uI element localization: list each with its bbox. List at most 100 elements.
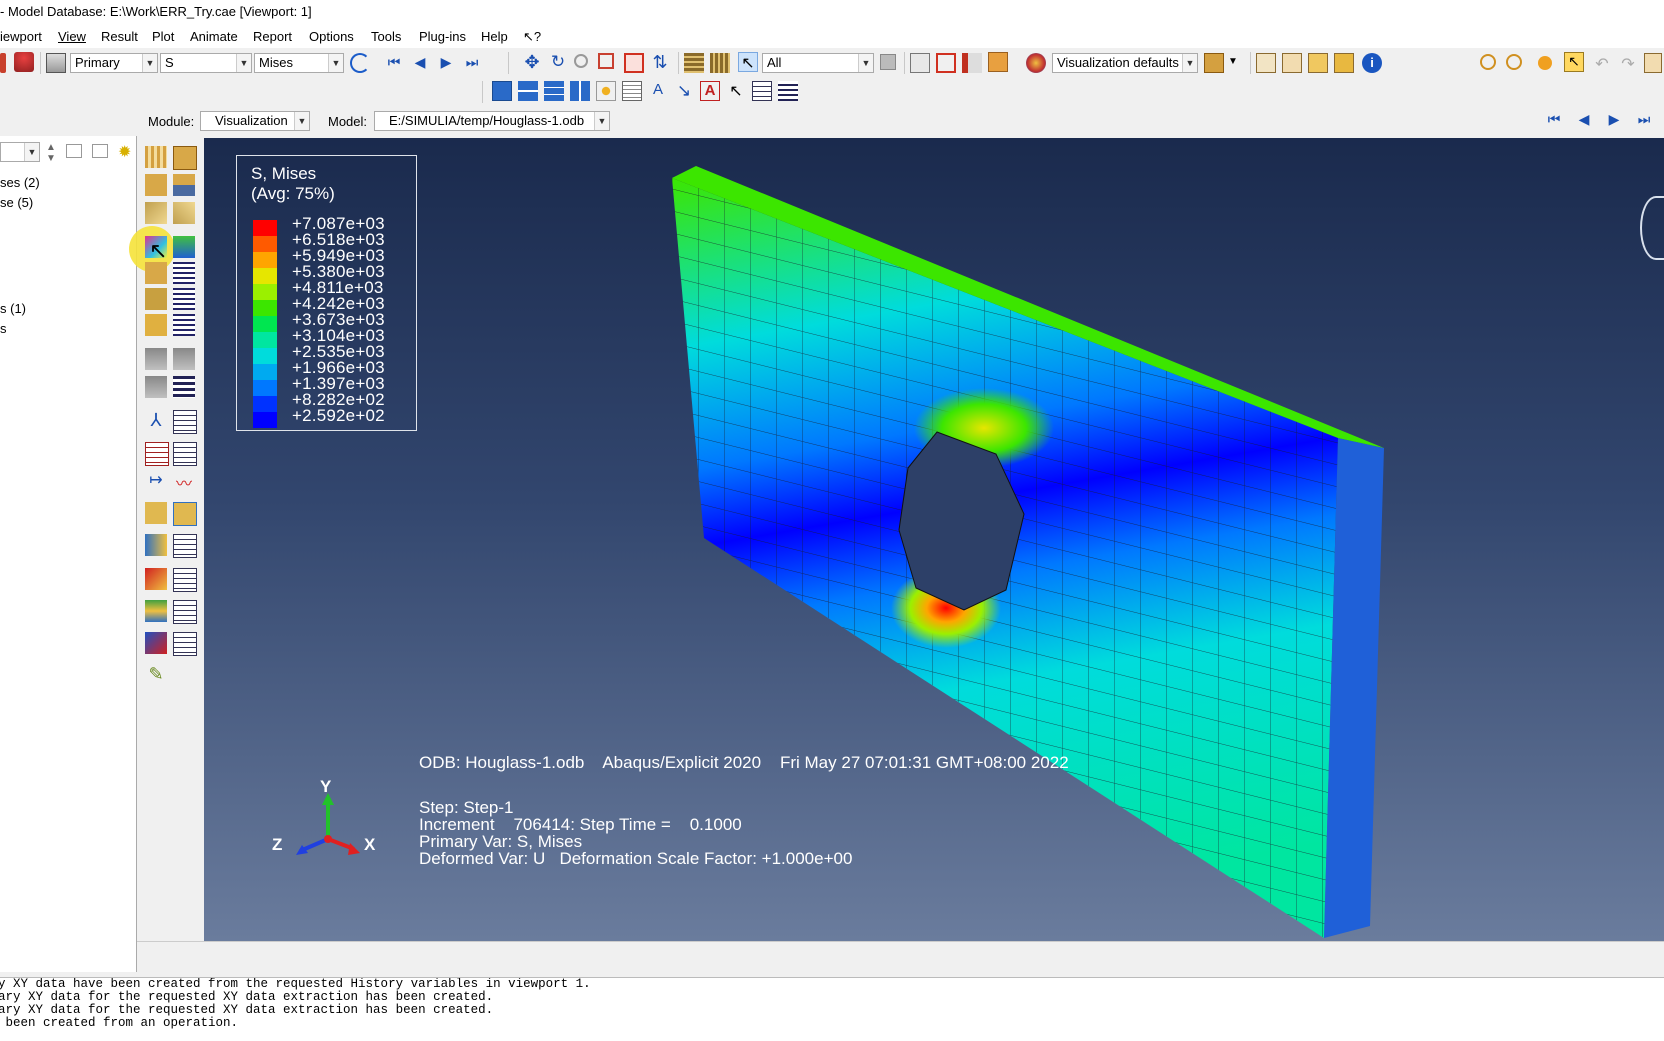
create-display-icon[interactable] xyxy=(145,600,167,622)
anim-last-icon[interactable]: ⏭ xyxy=(1634,111,1654,131)
xy-plot-icon[interactable]: 〰 xyxy=(173,470,195,493)
view-cube-icon[interactable] xyxy=(1204,53,1224,73)
anim-play-icon[interactable]: ▶ xyxy=(1604,111,1624,131)
contour-legend[interactable]: S, Mises (Avg: 75%) +7.087e+03 +6.518e+03… xyxy=(236,155,417,431)
display-manager-icon[interactable] xyxy=(173,600,197,624)
bulb-icon[interactable]: ✹ xyxy=(118,142,138,162)
path-icon[interactable]: ↦ xyxy=(145,470,167,492)
text-icon[interactable]: A xyxy=(648,81,668,101)
boolean-union-icon[interactable] xyxy=(1480,54,1496,70)
auto-fit-icon[interactable] xyxy=(624,53,644,73)
menu-help[interactable]: Help xyxy=(481,29,508,44)
zoom-icon[interactable] xyxy=(574,54,588,68)
box-select-icon[interactable] xyxy=(936,53,956,73)
tile-icon[interactable] xyxy=(518,81,538,101)
previous-frame-icon[interactable]: ◀ xyxy=(410,54,430,74)
xy-manager-icon[interactable] xyxy=(173,442,197,466)
plot-multiple-icon[interactable] xyxy=(145,314,167,336)
view-cut-manager-icon[interactable] xyxy=(173,534,197,558)
tools-icon[interactable] xyxy=(145,632,167,654)
display-group-icon[interactable] xyxy=(962,53,982,73)
plot-deformed-icon[interactable] xyxy=(173,146,197,170)
view-compass[interactable] xyxy=(1640,196,1664,260)
menu-tools[interactable]: Tools xyxy=(371,29,401,44)
field-combo[interactable]: S ▼ xyxy=(160,53,252,73)
menu-result[interactable]: Result xyxy=(101,29,138,44)
invariant-combo[interactable]: Mises ▼ xyxy=(254,53,344,73)
top-view-icon[interactable] xyxy=(1308,53,1328,73)
database-icon[interactable] xyxy=(14,52,34,72)
view-options-combo[interactable]: Visualization defaults ▼ xyxy=(1052,53,1198,73)
sphere-icon[interactable] xyxy=(1538,56,1552,70)
highlight-icon[interactable] xyxy=(988,52,1008,72)
front-view-icon[interactable] xyxy=(1282,53,1302,73)
menu-whats-this[interactable]: ↖? xyxy=(523,29,541,45)
boolean-intersect-icon[interactable] xyxy=(1506,54,1522,70)
table2-icon[interactable] xyxy=(752,81,772,101)
menu-animate[interactable]: Animate xyxy=(190,29,238,44)
allow-multiple-icon[interactable] xyxy=(173,174,195,196)
ruler2-icon[interactable] xyxy=(710,53,730,73)
box-icon[interactable] xyxy=(1644,53,1662,73)
anim-prev-icon[interactable]: ◀ xyxy=(1574,111,1594,131)
info-icon[interactable]: i xyxy=(1362,53,1382,73)
viewport-icon[interactable] xyxy=(492,81,512,101)
undo-icon[interactable]: ↶ xyxy=(1592,54,1612,74)
animate-scale-icon[interactable] xyxy=(145,348,167,370)
iso-view-icon[interactable] xyxy=(1256,53,1276,73)
free-body-icon[interactable]: ⅄ xyxy=(145,410,167,432)
material-orientation-icon[interactable] xyxy=(145,288,167,310)
xy-data-icon[interactable] xyxy=(145,442,169,466)
menu-viewport[interactable]: iewport xyxy=(0,29,42,44)
toggle-icon[interactable] xyxy=(880,54,896,70)
plot-symbols-icon[interactable] xyxy=(145,262,167,284)
menu-options[interactable]: Options xyxy=(309,29,354,44)
query-icon[interactable] xyxy=(596,81,616,101)
anim-first-icon[interactable]: ⏮ xyxy=(1544,111,1564,131)
table-icon[interactable] xyxy=(622,81,642,101)
list-icon[interactable] xyxy=(778,81,798,101)
mesh-icon[interactable] xyxy=(145,202,167,224)
partial-icon[interactable] xyxy=(0,53,6,73)
plot-undeformed-icon[interactable] xyxy=(145,146,167,168)
cascade-icon[interactable] xyxy=(544,81,564,101)
display-group-manager-icon[interactable] xyxy=(173,502,197,526)
tree-item[interactable]: ses (2) xyxy=(0,175,40,190)
step-select-icon[interactable] xyxy=(46,53,66,73)
orientation-options-icon[interactable] xyxy=(173,288,195,310)
module-combo[interactable]: Visualization ▼ xyxy=(200,111,310,131)
right-view-icon[interactable] xyxy=(1334,53,1354,73)
rotate-icon[interactable]: ↻ xyxy=(548,53,568,73)
folder-icon[interactable] xyxy=(66,144,82,158)
tree-combo[interactable]: ▼ xyxy=(0,142,40,162)
select-icon[interactable]: ↖ xyxy=(738,52,758,72)
symbol-options-icon[interactable] xyxy=(173,262,195,284)
ruler-icon[interactable] xyxy=(684,53,704,73)
stream-icon[interactable] xyxy=(145,568,167,590)
tile-vertical-icon[interactable] xyxy=(570,81,590,101)
pan-icon[interactable]: ✥ xyxy=(522,53,542,73)
animate-time-icon[interactable] xyxy=(145,376,167,398)
tools-manager-icon[interactable] xyxy=(173,632,197,656)
pen-icon[interactable]: ✎ xyxy=(145,664,167,686)
menu-plot[interactable]: Plot xyxy=(152,29,174,44)
multiple-options-icon[interactable] xyxy=(173,314,195,336)
annotation-text-icon[interactable]: A xyxy=(700,81,720,101)
tree-item[interactable]: s xyxy=(0,321,7,336)
step-combo[interactable]: Primary ▼ xyxy=(70,53,158,73)
updown-icon[interactable]: ▲ ▼ xyxy=(46,142,66,164)
free-body-manager-icon[interactable] xyxy=(173,410,197,434)
replace-icon[interactable] xyxy=(910,53,930,73)
cursor-icon[interactable]: ↖ xyxy=(726,81,746,101)
display-group-tool-icon[interactable] xyxy=(145,502,167,524)
tree-item[interactable]: se (5) xyxy=(0,195,33,210)
next-frame-icon[interactable]: ▶ xyxy=(436,54,456,74)
animate-harmonic-icon[interactable] xyxy=(173,348,195,370)
menu-plugins[interactable]: Plug-ins xyxy=(419,29,466,44)
model-combo[interactable]: E:/SIMULIA/temp/Houglass-1.odb ▼ xyxy=(374,111,610,131)
stream-manager-icon[interactable] xyxy=(173,568,197,592)
last-frame-icon[interactable]: ⏭ xyxy=(462,54,482,74)
redo-icon[interactable]: ↷ xyxy=(1618,54,1638,74)
viewport[interactable]: S, Mises (Avg: 75%) +7.087e+03 +6.518e+03… xyxy=(204,138,1664,941)
cycle-views-icon[interactable]: ⇅ xyxy=(650,52,670,72)
